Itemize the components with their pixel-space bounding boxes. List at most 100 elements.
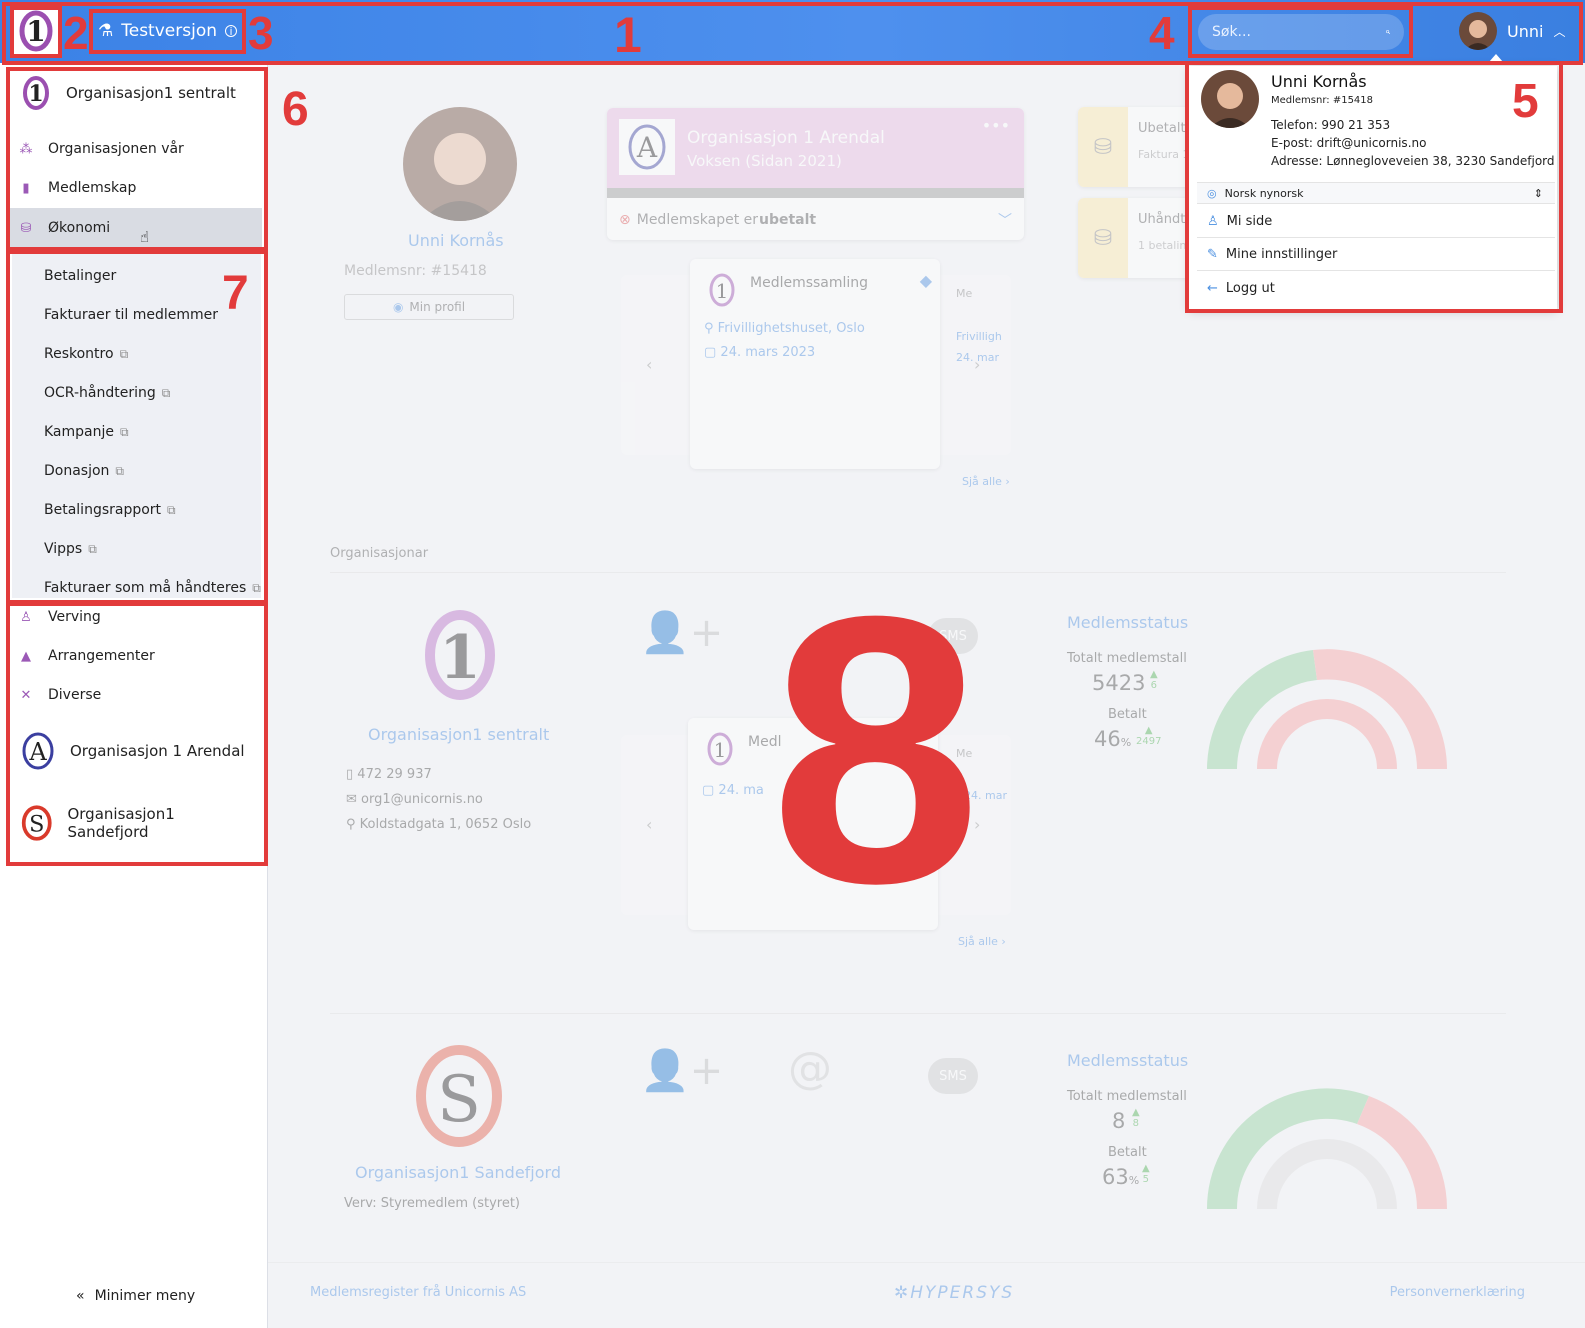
submenu-item-ocr[interactable]: OCR-håndtering ⧉ <box>44 385 170 401</box>
app-logo[interactable]: 1 <box>14 8 58 54</box>
sidebar-item-organisation[interactable]: ⁂ Organisasjonen vår <box>0 137 262 161</box>
chevron-down-icon[interactable]: ﹀ <box>998 210 1012 230</box>
external-link-icon: ⧉ <box>252 580 261 595</box>
carousel-prev-icon[interactable]: ‹ <box>646 355 652 374</box>
at-sign-icon[interactable]: @ <box>788 1043 832 1094</box>
user-menu-toggle[interactable]: Unni ︿ <box>1459 12 1565 50</box>
dropdown-phone: Telefon: 990 21 353 <box>1271 118 1391 132</box>
sidebar-org-arendal[interactable]: A Organisasjon 1 Arendal <box>0 727 265 775</box>
tile-subtitle: Faktura 1 <box>1138 148 1190 161</box>
submenu-item-betalingsrapport[interactable]: Betalingsrapport ⧉ <box>44 502 176 518</box>
menu-item-logout[interactable]: ← Logg ut <box>1197 272 1555 305</box>
profile-avatar <box>403 107 517 221</box>
submenu-item-donasjon[interactable]: Donasjon ⧉ <box>44 463 124 479</box>
add-user-icon[interactable]: 👤+ <box>640 1047 723 1094</box>
org2-paid-delta: ▲ 5 <box>1142 1163 1150 1185</box>
user-name: Unni <box>1507 21 1544 41</box>
sidebar-item-label: Diverse <box>48 687 102 703</box>
event-side-date: 24. mar <box>956 351 999 364</box>
recruit-icon: ♙ <box>20 609 32 625</box>
sidebar-item-membership[interactable]: ▮ Medlemskap <box>0 176 262 200</box>
org1-address-text: Koldstadgata 1, 0652 Oslo <box>359 817 532 832</box>
event-date-text: 24. ma <box>718 783 764 798</box>
sidebar: 1 Organisasjon1 sentralt ⁂ Organisasjone… <box>0 63 268 1328</box>
org1-paid-value: 46% <box>1094 727 1131 751</box>
sms-icon[interactable]: SMS <box>928 1058 978 1094</box>
event-date: ▢ 24. ma <box>702 783 764 798</box>
org2-name[interactable]: Organisasjon1 Sandefjord <box>355 1163 561 1182</box>
error-circle-icon: ⊗ <box>619 212 631 228</box>
carousel-prev-icon[interactable]: ‹ <box>646 815 652 834</box>
org1-paid-label: Betalt <box>1108 707 1147 722</box>
org2-paid-delta-text: 5 <box>1142 1174 1150 1185</box>
sort-icon: ⇕ <box>1533 186 1543 200</box>
footer-left-link[interactable]: Medlemsregister frå Unicornis AS <box>310 1285 526 1300</box>
menu-item-settings[interactable]: ✎ Mine innstillinger <box>1197 238 1555 271</box>
svg-text:A: A <box>636 131 658 164</box>
org2-total-label: Totalt medlemstall <box>1067 1089 1187 1104</box>
eye-icon: ◉ <box>392 300 404 314</box>
flask-icon: ⚗ <box>98 21 114 41</box>
submenu-item-betalinger[interactable]: Betalinger <box>44 268 116 284</box>
org1-phone: ▯ 472 29 937 <box>346 767 432 782</box>
org-logo-icon: A <box>22 732 54 770</box>
submenu-item-vipps[interactable]: Vipps ⧉ <box>44 541 97 557</box>
search-input[interactable] <box>1212 24 1386 40</box>
event-card[interactable]: 1 Medlemssamling ◆ ⚲ Frivillighetshuset,… <box>690 259 940 469</box>
org-logo-icon: 1 <box>425 610 495 700</box>
tools-icon: ✕ <box>20 687 32 703</box>
tile-title: Uhåndte <box>1138 212 1194 227</box>
membership-status-label: Medlemskapet er <box>636 212 758 228</box>
org2-status-gauge <box>1206 1088 1448 1209</box>
more-options-icon[interactable]: ••• <box>982 116 1010 135</box>
info-icon[interactable]: i <box>225 25 237 38</box>
card-org-name: Organisasjon 1 Arendal <box>687 128 885 148</box>
sidebar-org-sandefjord[interactable]: S Organisasjon1 Sandefjord <box>0 799 267 847</box>
org1-total-value: 5423 <box>1092 671 1146 695</box>
privacy-link[interactable]: Personvernerklæring <box>1390 1285 1525 1300</box>
org-logo-icon: 1 <box>707 732 733 766</box>
submenu-item-kampanje[interactable]: Kampanje ⧉ <box>44 424 129 440</box>
svg-text:S: S <box>29 811 44 837</box>
org-logo-icon: S <box>21 805 52 841</box>
submenu-label: Fakturaer som må håndteres <box>44 580 247 596</box>
menu-item-label: Logg ut <box>1225 281 1275 296</box>
org1-paid-percent: % <box>1120 736 1132 749</box>
search-box[interactable] <box>1198 14 1404 50</box>
org1-paid-number: 46 <box>1094 727 1121 751</box>
menu-item-label: Mi side <box>1226 213 1273 229</box>
sidebar-org-header[interactable]: 1 Organisasjon1 sentralt <box>0 73 256 113</box>
dropdown-address: Adresse: Lønnegloveveien 38, 3230 Sandef… <box>1271 154 1555 168</box>
profile-name[interactable]: Unni Kornås <box>408 231 504 250</box>
sidebar-item-economy[interactable]: ⛁ Økonomi ☝ <box>8 208 262 248</box>
svg-text:1: 1 <box>714 738 727 762</box>
submenu-item-reskontro[interactable]: Reskontro ⧉ <box>44 346 128 362</box>
minimize-menu-label: Minimer meny <box>94 1288 196 1304</box>
membership-card[interactable]: A Organisasjon 1 Arendal Voksen (Sidan 2… <box>607 108 1024 240</box>
submenu-item-fakturaer[interactable]: Fakturaer til medlemmer <box>44 307 218 323</box>
my-profile-button[interactable]: ◉ Min profil <box>344 294 514 320</box>
cursor-hand-icon: ☝ <box>140 228 150 246</box>
minimize-menu-button[interactable]: « Minimer meny <box>76 1288 195 1304</box>
test-version-badge[interactable]: ⚗ Testversjon i <box>92 11 242 51</box>
submenu-label: Betalingsrapport <box>44 502 162 518</box>
card-category: Voksen (Sidan 2021) <box>687 152 842 170</box>
svg-text:1: 1 <box>716 279 729 303</box>
sidebar-item-label: Organisasjonen vår <box>48 141 184 157</box>
sidebar-item-verving[interactable]: ♙ Verving <box>0 605 262 629</box>
submenu-item-fakturaer-handteres[interactable]: Fakturaer som må håndteres ⧉ <box>44 580 261 596</box>
org2-status-title: Medlemsstatus <box>1067 1051 1189 1070</box>
language-select[interactable]: ◎ Norsk nynorsk ⇕ <box>1197 182 1555 204</box>
sidebar-item-arrangementer[interactable]: ▲ Arrangementer <box>0 644 262 668</box>
see-all-link[interactable]: Sjå alle › <box>962 475 1010 488</box>
sidebar-item-diverse[interactable]: ✕ Diverse <box>0 683 262 707</box>
dropdown-user-name: Unni Kornås <box>1271 72 1367 91</box>
annotation-number: 5 <box>1512 75 1539 128</box>
annotation-number: 7 <box>222 267 249 320</box>
add-user-icon[interactable]: 👤+ <box>640 609 723 656</box>
org1-name[interactable]: Organisasjon1 sentralt <box>368 725 549 744</box>
sidebar-item-label: Økonomi <box>48 220 111 236</box>
menu-item-mi-side[interactable]: ♙ Mi side <box>1197 205 1555 238</box>
search-icon[interactable] <box>1386 24 1390 40</box>
tile-title: Ubetalt <box>1138 121 1186 136</box>
